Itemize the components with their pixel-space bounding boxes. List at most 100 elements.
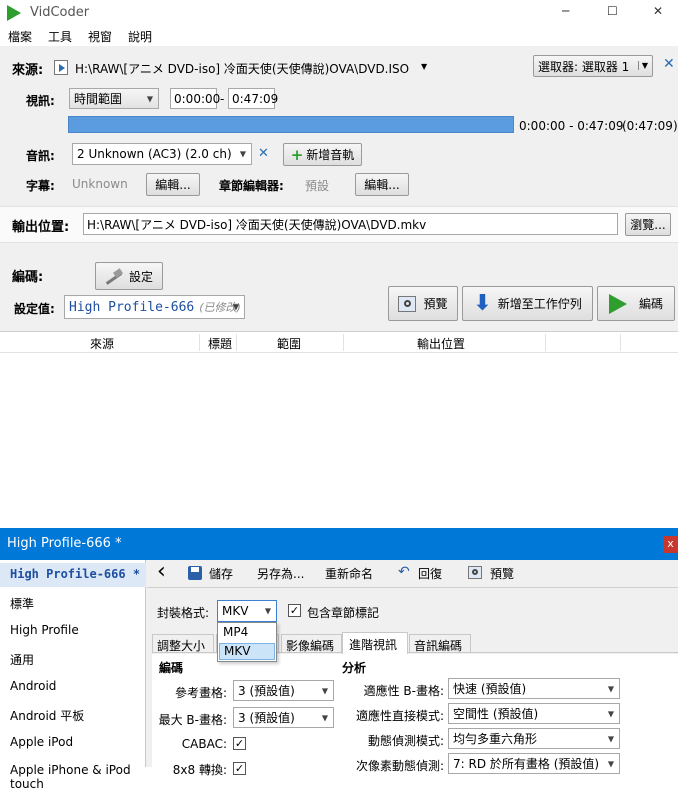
browse-button[interactable]: 瀏覽... <box>625 213 671 236</box>
settings-label: 設定 <box>128 269 153 284</box>
chevron-down-icon: ▼ <box>607 684 614 693</box>
right-section-heading: 分析 <box>342 661 367 675</box>
sidebar-item-android[interactable]: Android <box>10 679 56 693</box>
tab-advanced-video[interactable]: 進階視訊 <box>342 632 408 654</box>
col-range[interactable]: 範圍 <box>277 335 301 352</box>
sidebar-item-high-profile[interactable]: High Profile <box>10 623 79 637</box>
motion-est-select[interactable]: 均勻多重六角形 ▼ <box>448 728 620 749</box>
col-source[interactable]: 來源 <box>90 335 114 352</box>
sidebar-item-apple-ipod[interactable]: Apple iPod <box>10 735 73 749</box>
range-end-field[interactable]: 0:47:09 <box>228 88 278 109</box>
rename-button[interactable]: 重新命名 <box>325 565 373 582</box>
range-start-field[interactable]: 0:00:00 <box>170 88 220 109</box>
preset-select[interactable]: High Profile-666 (已修改) ▼ <box>64 295 245 319</box>
minimize-button[interactable]: ─ <box>562 4 569 18</box>
menu-help[interactable]: 說明 <box>128 28 152 45</box>
sidebar-item-normal[interactable]: 標準 <box>10 595 34 612</box>
dialog-preview-button[interactable]: 預覽 <box>490 565 514 582</box>
dialog-close-button[interactable]: x <box>663 536 678 553</box>
encode-button[interactable]: 編碼 <box>597 286 675 321</box>
range-text: 0:00:00 - 0:47:09 <box>519 119 624 133</box>
subtitle-label: 字幕: <box>26 179 55 193</box>
tab-resize[interactable]: 調整大小 <box>152 634 214 653</box>
adaptive-direct-label: 適應性直接模式: <box>355 709 444 723</box>
menu-window[interactable]: 視窗 <box>88 28 112 45</box>
tab-video-encoding-label: 影像編碼 <box>286 639 335 653</box>
close-source-icon[interactable]: ✕ <box>663 56 675 72</box>
range-slider[interactable] <box>68 116 514 133</box>
chevron-down-icon: ▼ <box>321 686 328 695</box>
undo-icon[interactable]: ↶ <box>398 564 410 580</box>
tab-audio-encoding[interactable]: 音訊編碼 <box>409 634 471 653</box>
dialog-title-bar: High Profile-666 * x <box>0 528 678 560</box>
save-icon[interactable] <box>188 566 202 580</box>
settings-button[interactable]: 設定 <box>95 262 163 290</box>
add-audio-label: 新增音軌 <box>306 148 355 162</box>
disc-icon <box>54 60 68 75</box>
container-select[interactable]: MKV ▼ <box>217 600 277 622</box>
save-button[interactable]: 儲存 <box>209 565 233 582</box>
preview-icon[interactable] <box>468 566 482 579</box>
maximize-button[interactable]: ☐ <box>607 4 618 18</box>
sidebar-item-high-profile-666[interactable]: High Profile-666 * <box>10 567 140 581</box>
subtitle-edit-button[interactable]: 編輯... <box>146 173 200 196</box>
chapter-edit-button[interactable]: 編輯... <box>355 173 409 196</box>
add-to-queue-button[interactable]: ⬇ 新增至工作佇列 <box>462 286 593 321</box>
container-option-mp4[interactable]: MP4 <box>219 625 275 642</box>
tab-content: 編碼 分析 參考畫格: 3 (預設值) ▼ 最大 B-畫格: 3 (預設值) ▼… <box>152 654 678 777</box>
output-path-value: H:\RAW\[アニメ DVD-iso] 冷面天使(天使傳說)OVA\DVD.m… <box>87 217 427 232</box>
add-audio-button[interactable]: + 新增音軌 <box>283 143 362 166</box>
close-button[interactable]: ✕ <box>653 4 663 18</box>
output-path-field[interactable]: H:\RAW\[アニメ DVD-iso] 冷面天使(天使傳說)OVA\DVD.m… <box>83 213 618 235</box>
transform-8x8-checkbox[interactable]: ✓ <box>233 762 246 775</box>
duration-text: (0:47:09) <box>622 119 678 133</box>
audio-track-select[interactable]: 2 Unknown (AC3) (2.0 ch) ▼ <box>72 143 252 165</box>
back-button[interactable]: ‹ <box>157 558 166 586</box>
queue-header: 來源 標題 範圍 輸出位置 <box>0 332 678 353</box>
queue-table: 來源 標題 範圍 輸出位置 <box>0 331 678 528</box>
browse-label: 瀏覽... <box>630 218 666 232</box>
main-window: VidCoder ─ ☐ ✕ 檔案 工具 視窗 說明 來源: H:\RAW\[ア… <box>0 0 678 528</box>
tab-video-encoding[interactable]: 影像編碼 <box>281 634 342 653</box>
menu-file[interactable]: 檔案 <box>8 28 32 45</box>
adaptive-bframes-label: 適應性 B-畫格: <box>363 684 444 698</box>
sidebar-item-android-tablet[interactable]: Android 平板 <box>10 707 84 724</box>
app-logo-icon <box>7 5 21 21</box>
remove-audio-icon[interactable]: ✕ <box>258 146 269 161</box>
tab-resize-label: 調整大小 <box>157 639 206 653</box>
source-label: 來源: <box>12 63 44 78</box>
preview-button[interactable]: 預覽 <box>388 286 458 321</box>
encode-label: 編碼 <box>638 297 663 311</box>
window-title: VidCoder <box>30 5 90 20</box>
adaptive-direct-select[interactable]: 空間性 (預設值) ▼ <box>448 703 620 724</box>
undo-button[interactable]: 回復 <box>418 565 442 582</box>
source-path[interactable]: H:\RAW\[アニメ DVD-iso] 冷面天使(天使傳說)OVA\DVD.I… <box>75 60 409 77</box>
source-dropdown-icon[interactable]: ▼ <box>421 62 427 71</box>
chapter-editor-value: 預設 <box>305 179 330 193</box>
picker-select[interactable]: 選取器: 選取器 1 ▼ <box>533 55 653 77</box>
ref-frames-select[interactable]: 3 (預設值) ▼ <box>233 680 334 701</box>
range-type-select[interactable]: 時間範圍 ▼ <box>69 88 159 109</box>
max-bframes-value: 3 (預設值) <box>238 711 295 725</box>
menu-bar: 檔案 工具 視窗 說明 <box>0 26 678 46</box>
sidebar-item-apple-iphone[interactable]: Apple iPhone & iPod touch <box>10 763 145 791</box>
max-bframes-select[interactable]: 3 (預設值) ▼ <box>233 707 334 728</box>
cabac-label: CABAC: <box>181 737 227 751</box>
tab-advanced-video-label: 進階視訊 <box>349 638 398 652</box>
col-title[interactable]: 標題 <box>208 335 232 352</box>
col-output[interactable]: 輸出位置 <box>417 335 465 352</box>
sidebar-item-universal[interactable]: 通用 <box>10 651 34 668</box>
menu-tools[interactable]: 工具 <box>48 28 72 45</box>
container-option-mkv[interactable]: MKV <box>219 643 275 660</box>
save-as-button[interactable]: 另存為... <box>257 565 304 582</box>
chapter-edit-label: 編輯... <box>364 178 400 192</box>
play-icon <box>608 293 627 314</box>
chapter-markers-checkbox[interactable]: ✓ <box>288 604 301 617</box>
adaptive-bframes-select[interactable]: 快速 (預設值) ▼ <box>448 678 620 699</box>
title-bar: VidCoder ─ ☐ ✕ <box>0 0 678 26</box>
subpixel-select[interactable]: 7: RD 於所有畫格 (預設值) ▼ <box>448 753 620 774</box>
cabac-checkbox[interactable]: ✓ <box>233 737 246 750</box>
chevron-down-icon: ▼ <box>264 606 271 616</box>
hammer-icon <box>103 268 123 285</box>
preset-dialog: High Profile-666 * x High Profile-666 * … <box>0 528 678 791</box>
